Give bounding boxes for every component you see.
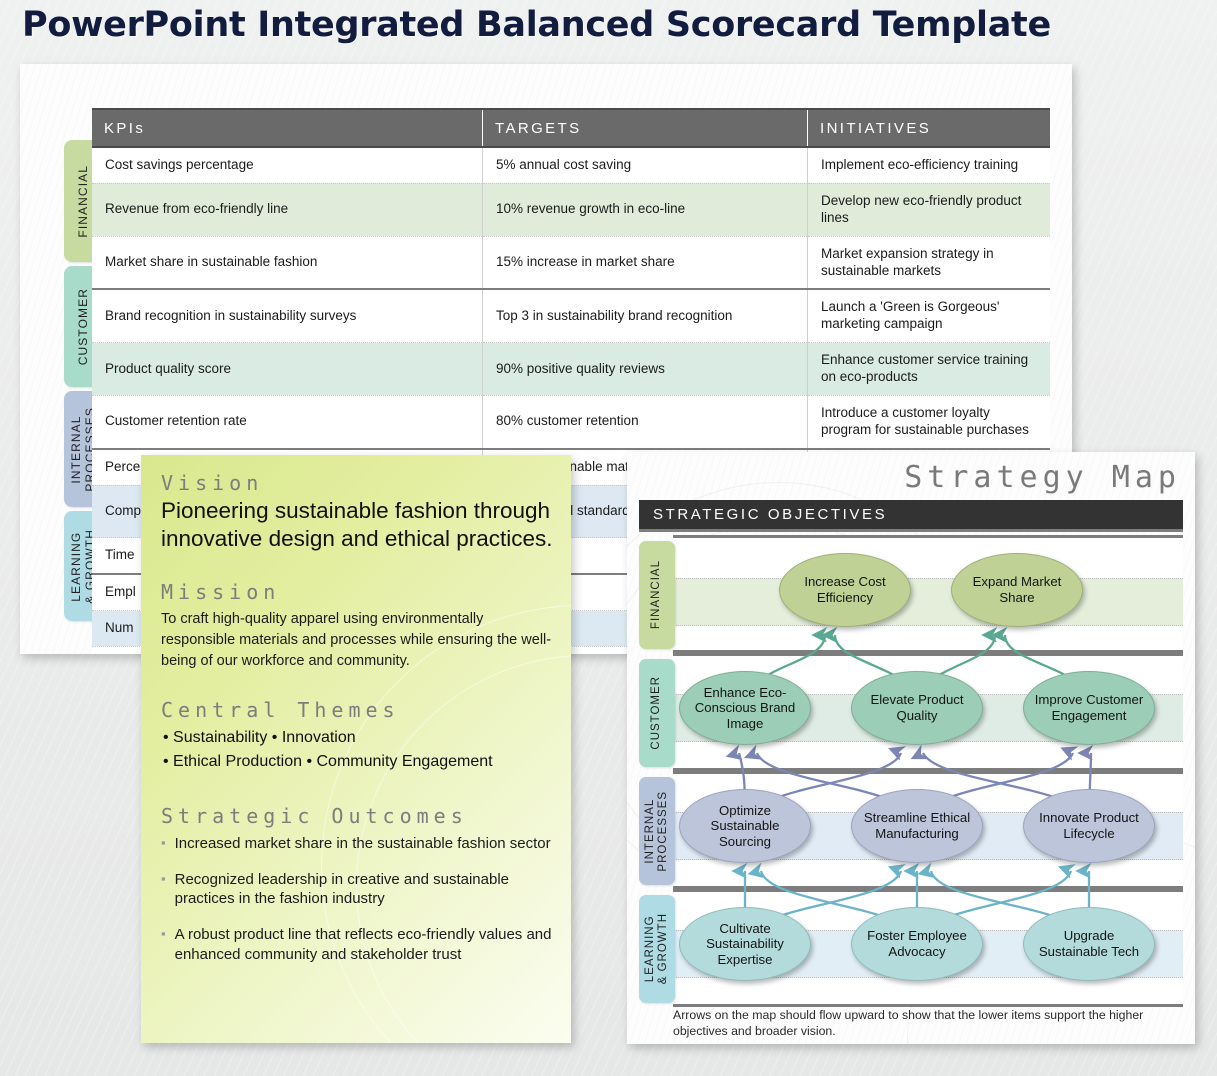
outcome-text: Recognized leadership in creative and su…	[174, 870, 509, 908]
map-perspective-customer: CUSTOMER	[639, 659, 675, 767]
cell-initiative: Launch a 'Green is Gorgeous' marketing c…	[807, 289, 1050, 344]
objective-node-expand-market-share[interactable]: Expand Market Share	[951, 553, 1083, 627]
map-perspective-financial: FINANCIAL	[639, 541, 675, 649]
cell-kpi: Product quality score	[92, 342, 483, 396]
slide-canvas: PowerPoint Integrated Balanced Scorecard…	[0, 0, 1217, 1076]
perspective-label: CUSTOMER	[650, 676, 663, 750]
column-header-targets: TARGETS	[482, 108, 808, 148]
strategy-map-body: FINANCIAL CUSTOMER INTERNAL PROCESSES LE…	[639, 535, 1183, 1007]
bullet-icon: ▪	[161, 870, 166, 886]
strategy-map-card: Strategy Map STRATEGIC OBJECTIVES FINANC…	[627, 452, 1195, 1044]
central-themes-list: • Sustainability • Innovation • Ethical …	[163, 726, 555, 774]
outcome-text: A robust product line that reflects eco-…	[174, 926, 552, 963]
map-row-financial	[673, 535, 1183, 653]
column-header-initiatives: INITIATIVES	[807, 108, 1050, 148]
list-item: ▪ Increased market share in the sustaina…	[161, 834, 555, 854]
strategic-outcomes-list: ▪ Increased market share in the sustaina…	[161, 834, 555, 965]
perspective-label: INTERNAL PROCESSES	[643, 790, 669, 872]
table-row[interactable]: Product quality score 90% positive quali…	[92, 342, 1050, 396]
table-header-row: KPIs TARGETS INITIATIVES	[92, 108, 1050, 148]
central-themes-heading: Central Themes	[161, 697, 400, 722]
cell-kpi: Customer retention rate	[92, 395, 483, 450]
bullet-icon: ▪	[161, 926, 166, 942]
strategy-map-note: Arrows on the map should flow upward to …	[673, 1008, 1144, 1038]
table-row[interactable]: Market share in sustainable fashion 15% …	[92, 236, 1050, 291]
row-stripe	[673, 578, 1183, 626]
objective-node-foster-employee-advocacy[interactable]: Foster Employee Advocacy	[851, 907, 983, 981]
mission-heading: Mission	[161, 579, 281, 604]
objective-node-innovate-product-lifecycle[interactable]: Innovate Product Lifecycle	[1023, 789, 1155, 863]
cell-initiative: Develop new eco-friendly product lines	[807, 183, 1050, 237]
objective-node-streamline-ethical-manufacturing[interactable]: Streamline Ethical Manufacturing	[851, 789, 983, 863]
cell-initiative: Market expansion strategy in sustainable…	[807, 236, 1050, 291]
objective-node-improve-customer-engagement[interactable]: Improve Customer Engagement	[1023, 671, 1155, 745]
list-item: ▪ Recognized leadership in creative and …	[161, 870, 555, 910]
objective-node-upgrade-sustainable-tech[interactable]: Upgrade Sustainable Tech	[1023, 907, 1155, 981]
objective-node-cultivate-sustainability-expertise[interactable]: Cultivate Sustainability Expertise	[679, 907, 811, 981]
cell-kpi: Market share in sustainable fashion	[92, 236, 483, 291]
objective-node-optimize-sustainable-sourcing[interactable]: Optimize Sustainable Sourcing	[679, 789, 811, 863]
list-item: ▪ A robust product line that reflects ec…	[161, 925, 555, 965]
cell-initiative: Implement eco-efficiency training	[807, 147, 1050, 184]
cell-target: 10% revenue growth in eco-line	[482, 183, 808, 237]
cell-kpi: Brand recognition in sustainability surv…	[92, 289, 483, 344]
cell-target: 90% positive quality reviews	[482, 342, 808, 396]
perspective-label: FINANCIAL	[76, 164, 91, 238]
cell-target: 5% annual cost saving	[482, 147, 808, 184]
objective-node-enhance-eco-conscious-brand-image[interactable]: Enhance Eco-Conscious Brand Image	[679, 671, 811, 745]
cell-kpi: Cost savings percentage	[92, 147, 483, 184]
cell-target: 80% customer retention	[482, 395, 808, 450]
cell-initiative: Enhance customer service training on eco…	[807, 342, 1050, 396]
page-title: PowerPoint Integrated Balanced Scorecard…	[22, 5, 1051, 45]
themes-line: • Sustainability • Innovation	[163, 728, 356, 746]
table-row[interactable]: Customer retention rate 80% customer ret…	[92, 395, 1050, 450]
map-perspective-learning-growth: LEARNING & GROWTH	[639, 895, 675, 1003]
table-row[interactable]: Brand recognition in sustainability surv…	[92, 289, 1050, 344]
strategy-map-heading: Strategy Map	[904, 460, 1181, 495]
cell-target: 15% increase in market share	[482, 236, 808, 291]
objective-node-elevate-product-quality[interactable]: Elevate Product Quality	[851, 671, 983, 745]
vision-mission-panel: Vision Pioneering sustainable fashion th…	[141, 455, 571, 1043]
cell-kpi: Revenue from eco-friendly line	[92, 183, 483, 237]
themes-line: • Ethical Production • Community Engagem…	[163, 752, 493, 770]
outcome-text: Increased market share in the sustainabl…	[174, 834, 551, 852]
map-perspective-internal-processes: INTERNAL PROCESSES	[639, 777, 675, 885]
perspective-label: LEARNING & GROWTH	[643, 913, 669, 985]
bullet-icon: ▪	[161, 834, 166, 850]
objective-node-increase-cost-efficiency[interactable]: Increase Cost Efficiency	[779, 553, 911, 627]
mission-text: To craft high-quality apparel using envi…	[161, 610, 552, 669]
cell-initiative: Introduce a customer loyalty program for…	[807, 395, 1050, 450]
table-row[interactable]: Cost savings percentage 5% annual cost s…	[92, 147, 1050, 184]
perspective-label: CUSTOMER	[76, 287, 91, 366]
table-row[interactable]: Revenue from eco-friendly line 10% reven…	[92, 183, 1050, 237]
vision-text: Pioneering sustainable fashion through i…	[161, 498, 553, 552]
cell-target: Top 3 in sustainability brand recognitio…	[482, 289, 808, 344]
perspective-label: FINANCIAL	[650, 560, 663, 630]
strategic-objectives-bar: STRATEGIC OBJECTIVES	[639, 500, 1183, 532]
vision-heading: Vision	[161, 471, 264, 495]
strategic-outcomes-heading: Strategic Outcomes	[161, 803, 468, 828]
column-header-kpis: KPIs	[92, 108, 483, 148]
